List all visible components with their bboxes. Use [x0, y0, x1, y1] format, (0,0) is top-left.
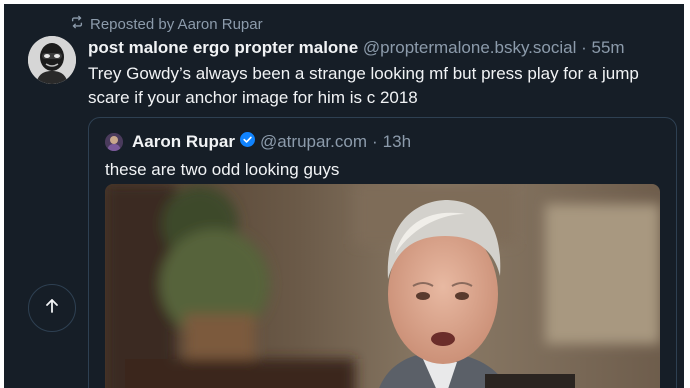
quote-timestamp[interactable]: 13h [383, 132, 411, 152]
quote-body: these are two odd looking guys [105, 160, 340, 179]
quote-author-avatar[interactable] [105, 133, 123, 151]
repost-indicator[interactable]: Reposted by Aaron Rupar [70, 14, 263, 34]
verified-badge-icon [239, 132, 255, 152]
separator-dot: · [372, 132, 378, 151]
repost-icon [70, 15, 84, 33]
scroll-to-top-button[interactable] [28, 284, 76, 332]
feed-panel: Reposted by Aaron Rupar post malone ergo… [4, 4, 684, 388]
post-header: post malone ergo propter malone @propter… [88, 36, 625, 60]
arrow-up-icon [43, 297, 61, 320]
quote-video-thumbnail[interactable] [105, 184, 660, 388]
repost-label: Reposted by Aaron Rupar [90, 15, 263, 33]
separator-dot: · [581, 38, 587, 57]
post-body: Trey Gowdy’s always been a strange looki… [88, 64, 639, 107]
quoted-post[interactable]: Aaron Rupar @atrupar.com · 13h these are… [88, 117, 677, 388]
quote-author-handle[interactable]: @atrupar.com [260, 132, 367, 152]
quote-author-name[interactable]: Aaron Rupar [132, 132, 235, 152]
post-timestamp[interactable]: 55m [592, 38, 625, 57]
author-handle[interactable]: @proptermalone.bsky.social [363, 38, 576, 57]
author-name[interactable]: post malone ergo propter malone [88, 38, 358, 57]
author-avatar[interactable] [28, 36, 76, 84]
quote-header: Aaron Rupar @atrupar.com · 13h [105, 130, 411, 154]
